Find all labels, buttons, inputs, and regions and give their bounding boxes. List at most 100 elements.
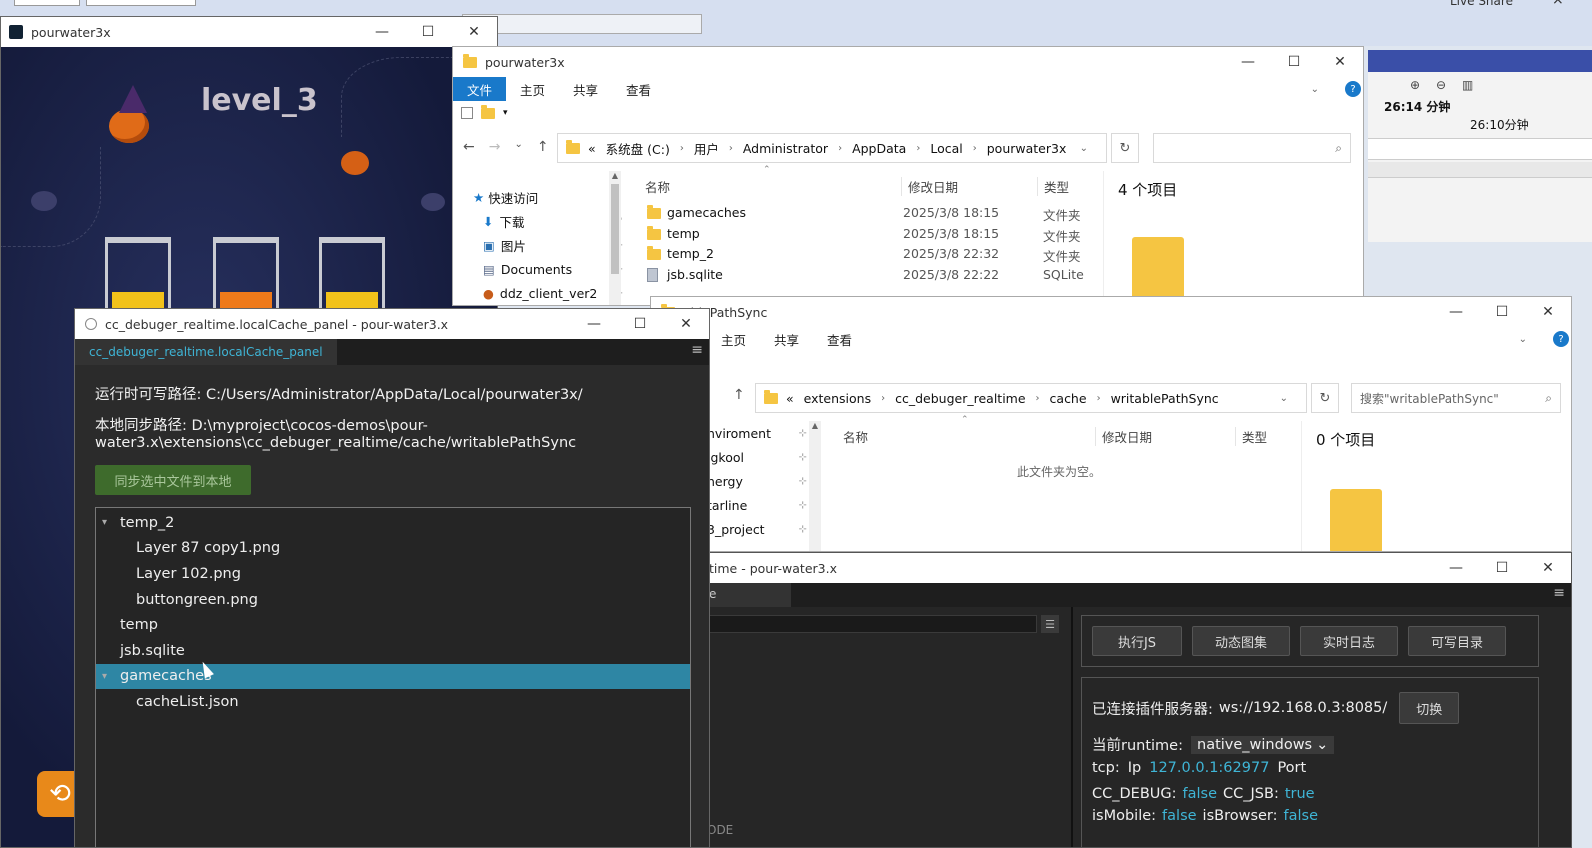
chevron-right-icon[interactable]: › <box>973 143 977 154</box>
breadcrumb-item[interactable]: cc_debuger_realtime <box>895 391 1025 406</box>
top-close-icon[interactable]: × <box>1552 0 1564 8</box>
minimize-button[interactable]: — <box>1433 553 1479 583</box>
tree-toggle-icon[interactable]: ▾ <box>102 671 116 682</box>
dynamic-atlas-button[interactable]: 动态图集 <box>1192 626 1290 656</box>
refresh-button[interactable]: ↻ <box>1311 383 1339 413</box>
minimize-button[interactable]: — <box>359 17 405 47</box>
tab-local-cache-panel[interactable]: cc_debuger_realtime.localCache_panel <box>75 339 337 365</box>
breadcrumb-overflow[interactable]: « <box>786 391 794 406</box>
breadcrumb-item[interactable]: 系统盘 (C:) <box>606 139 670 158</box>
tree-row[interactable]: buttongreen.png <box>96 587 690 613</box>
nav-item-documents[interactable]: ▤Documents⊹ <box>473 257 623 281</box>
address-bar[interactable]: « 系统盘 (C:) › 用户 › Administrator › AppDat… <box>557 133 1107 163</box>
menu-icon[interactable]: ≡ <box>691 342 703 358</box>
recent-dropdown-icon[interactable]: ⌄ <box>514 139 522 155</box>
tree-row[interactable]: Layer 87 copy1.png <box>96 536 690 562</box>
chevron-down-icon[interactable]: ⌄ <box>1505 334 1541 345</box>
nav-item[interactable]: tarline ⊹ <box>707 493 807 517</box>
address-bar[interactable]: « extensions › cc_debuger_realtime › cac… <box>755 383 1307 413</box>
sync-selected-button[interactable]: 同步选中文件到本地 <box>95 465 251 495</box>
column-type[interactable]: 类型 <box>1235 427 1267 446</box>
tab-active[interactable]: e <box>707 583 791 607</box>
maximize-button[interactable]: ☐ <box>617 309 663 339</box>
chevron-right-icon[interactable]: › <box>1097 393 1101 404</box>
up-arrow-icon[interactable]: ↑ <box>733 387 745 403</box>
minimize-button[interactable]: — <box>1433 297 1479 327</box>
close-button[interactable]: ✕ <box>1525 553 1571 583</box>
zoom-out-icon[interactable]: ⊖ <box>1436 78 1446 92</box>
dropdown-arrow-icon[interactable]: ▾ <box>503 108 508 118</box>
tree-row[interactable]: ▾ gamecaches <box>96 663 690 690</box>
tab-file[interactable]: 文件 <box>453 77 507 101</box>
checkbox-icon[interactable] <box>461 107 473 119</box>
search-input[interactable]: 搜索"writablePathSync" ⌕ <box>1351 383 1561 413</box>
console-input[interactable] <box>707 615 1037 633</box>
chevron-down-icon[interactable]: ⌄ <box>1280 393 1288 404</box>
file-row[interactable]: jsb.sqlite 2025/3/8 22:22 SQLite <box>639 265 1099 286</box>
column-date[interactable]: 修改日期 <box>901 177 958 196</box>
tab-home[interactable]: 主页 <box>506 80 559 99</box>
chevron-right-icon[interactable]: › <box>916 143 920 154</box>
toolbar-combo-3[interactable] <box>462 14 702 34</box>
maximize-button[interactable]: ☐ <box>1271 47 1317 77</box>
refresh-button[interactable]: ↻ <box>1111 133 1139 163</box>
column-date[interactable]: 修改日期 <box>1095 427 1152 446</box>
switch-button[interactable]: 切换 <box>1399 692 1460 724</box>
chevron-right-icon[interactable]: › <box>838 143 842 154</box>
maximize-button[interactable]: ☐ <box>405 17 451 47</box>
realtime-log-button[interactable]: 实时日志 <box>1300 626 1398 656</box>
file-row[interactable]: gamecaches 2025/3/8 18:15 文件夹 <box>639 203 1099 224</box>
maximize-button[interactable]: ☐ <box>1479 553 1525 583</box>
tab-view[interactable]: 查看 <box>813 330 866 349</box>
runtime-select[interactable]: native_windows ⌄ <box>1191 735 1335 754</box>
help-icon[interactable]: ? <box>1553 331 1569 347</box>
maximize-button[interactable]: ☐ <box>1479 297 1525 327</box>
breadcrumb-item[interactable]: 用户 <box>694 139 719 158</box>
nav-item[interactable]: igkool ⊹ <box>707 445 807 469</box>
column-type[interactable]: 类型 <box>1037 177 1069 196</box>
nav-item-downloads[interactable]: ⬇下载📌︎ <box>473 209 623 233</box>
tab-share[interactable]: 共享 <box>760 330 813 349</box>
file-row[interactable]: temp 2025/3/8 18:15 文件夹 <box>639 224 1099 245</box>
chevron-right-icon[interactable]: › <box>1036 393 1040 404</box>
chevron-right-icon[interactable]: › <box>881 393 885 404</box>
nav-item-ddz[interactable]: ●ddz_client_ver2⊹ <box>473 281 623 305</box>
close-button[interactable]: ✕ <box>451 17 497 47</box>
close-button[interactable]: ✕ <box>663 309 709 339</box>
minimize-button[interactable]: — <box>1225 47 1271 77</box>
close-button[interactable]: ✕ <box>1317 47 1363 77</box>
up-arrow-icon[interactable]: ↑ <box>537 139 549 155</box>
nav-item[interactable]: nviroment ⊹ <box>707 421 807 445</box>
menu-icon[interactable]: ≡ <box>1553 585 1565 601</box>
tab-home[interactable]: 主页 <box>707 330 760 349</box>
breadcrumb-item[interactable]: Local <box>930 141 962 156</box>
close-button[interactable]: ✕ <box>1525 297 1571 327</box>
tab-view[interactable]: 查看 <box>612 80 665 99</box>
search-input[interactable]: ⌕ <box>1153 133 1351 163</box>
tree-row[interactable]: Layer 102.png <box>96 561 690 587</box>
chart-icon[interactable]: ▥ <box>1462 78 1473 92</box>
writable-dir-button[interactable]: 可写目录 <box>1408 626 1506 656</box>
nav-item[interactable]: nergy ⊹ <box>707 469 807 493</box>
breadcrumb-overflow[interactable]: « <box>588 141 596 156</box>
folder-icon[interactable] <box>481 104 495 119</box>
breadcrumb-item[interactable]: AppData <box>852 141 906 156</box>
live-share-button[interactable]: Live Share <box>1450 0 1513 8</box>
tube[interactable] <box>105 237 171 317</box>
tree-toggle-icon[interactable]: ▾ <box>102 517 116 528</box>
tube[interactable] <box>319 237 385 317</box>
breadcrumb-item[interactable]: cache <box>1050 391 1087 406</box>
breadcrumb-item[interactable]: pourwater3x <box>987 141 1067 156</box>
nav-item-quick-access[interactable]: ★ 快速访问 <box>473 185 623 209</box>
chevron-right-icon[interactable]: › <box>680 143 684 154</box>
column-name[interactable]: 名称 <box>843 427 868 446</box>
chevron-down-icon[interactable]: ⌄ <box>1080 143 1088 154</box>
tree-row[interactable]: ▾ temp_2 <box>96 510 690 536</box>
chevron-down-icon[interactable]: ⌄ <box>1297 84 1333 95</box>
nav-scrollbar[interactable]: ▲ <box>609 171 621 305</box>
nav-scrollbar[interactable]: ▲ <box>809 421 821 551</box>
file-row[interactable]: temp_2 2025/3/8 22:32 文件夹 <box>639 244 1099 265</box>
tree-row[interactable]: jsb.sqlite <box>96 638 690 664</box>
back-arrow-icon[interactable]: ← <box>463 139 475 155</box>
toolbar-combo[interactable] <box>14 0 80 6</box>
